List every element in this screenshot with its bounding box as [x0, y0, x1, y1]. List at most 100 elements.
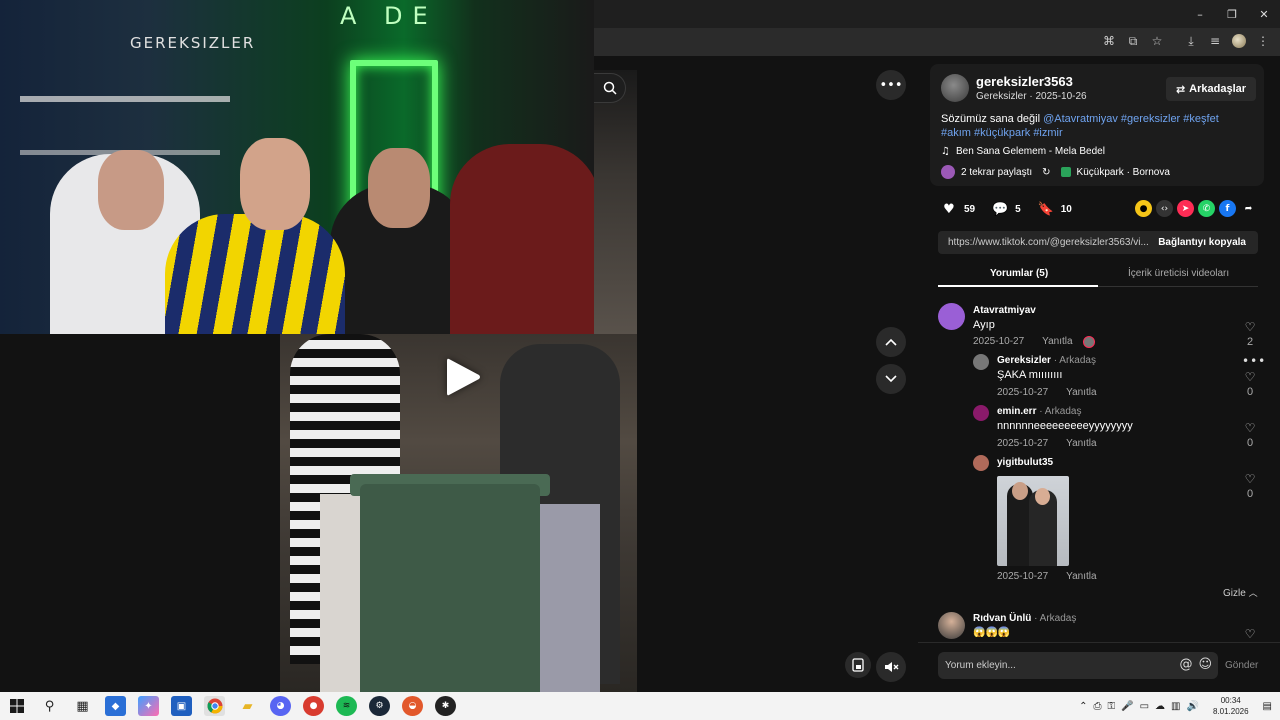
- screen-cast-icon[interactable]: ⧉: [1124, 32, 1142, 50]
- webcam-overlay: GEREKSIZLER A DE: [0, 0, 594, 334]
- address-bar[interactable]: ⌘ ⧉ ☆ ⤓ ≡ ⋮: [594, 28, 1280, 56]
- share-arrow-icon[interactable]: ➦: [1240, 200, 1257, 217]
- reply-author-name[interactable]: Gereksizler: [997, 355, 1051, 366]
- comment-author-name[interactable]: Rıdvan Ünlü: [973, 613, 1031, 624]
- coin-icon[interactable]: ●: [1135, 200, 1152, 217]
- comment-author[interactable]: Atavratmiyav: [973, 305, 1036, 316]
- chrome-icon[interactable]: [204, 696, 225, 716]
- spotify-icon[interactable]: ≋: [336, 696, 357, 716]
- reply-button[interactable]: Yanıtla: [1042, 336, 1072, 348]
- discord-icon[interactable]: ◕: [270, 696, 291, 716]
- reply-author[interactable]: Gereksizler · Arkadaş: [997, 355, 1096, 366]
- comment-input-placeholder: Yorum ekleyin...: [945, 660, 1016, 671]
- chevron-down-icon: [885, 375, 897, 383]
- repost-count[interactable]: 2 tekrar paylaştı: [961, 167, 1032, 178]
- tray-app-icon[interactable]: ▭: [1140, 701, 1149, 712]
- restore-button[interactable]: ❐: [1216, 0, 1248, 28]
- widgets-icon[interactable]: ◆: [105, 696, 126, 716]
- like-action[interactable]: ♥ 59: [940, 200, 975, 218]
- tray-app-icon[interactable]: ⚿: [1108, 701, 1116, 712]
- download-icon[interactable]: ⤓: [1182, 32, 1200, 50]
- next-video-button[interactable]: [876, 364, 906, 394]
- commenter-avatar[interactable]: [938, 612, 965, 639]
- reply-like[interactable]: ♡ 0: [1242, 370, 1258, 398]
- author-username[interactable]: gereksizler3563: [976, 74, 1073, 89]
- reply-meta: 2025-10-27 Yanıtla: [997, 571, 1097, 582]
- author-avatar[interactable]: [941, 74, 969, 102]
- embed-icon[interactable]: ‹›: [1156, 200, 1173, 217]
- notification-icon[interactable]: ▤: [1263, 701, 1272, 712]
- tray-app-icon[interactable]: ☁: [1155, 701, 1165, 712]
- tab-comments[interactable]: Yorumlar (5): [990, 268, 1048, 279]
- send-to-friends-icon[interactable]: ➤: [1177, 200, 1194, 217]
- comment-input[interactable]: Yorum ekleyin... @ ☺: [938, 652, 1218, 679]
- comment-more-icon[interactable]: •••: [1242, 354, 1266, 368]
- save-action[interactable]: 🔖 10: [1037, 200, 1072, 218]
- facebook-icon[interactable]: f: [1219, 200, 1236, 217]
- reply-button[interactable]: Yanıtla: [1066, 571, 1096, 582]
- tab-creator-videos[interactable]: İçerik üreticisi videoları: [1128, 268, 1229, 279]
- reading-list-icon[interactable]: ≡: [1206, 32, 1224, 50]
- picture-in-picture-button[interactable]: [845, 652, 871, 678]
- star-icon[interactable]: ☆: [1148, 32, 1166, 50]
- reply-avatar[interactable]: [973, 455, 989, 471]
- reply-image[interactable]: [997, 476, 1069, 566]
- task-view-icon[interactable]: ▦: [72, 696, 93, 716]
- app-icon-orange[interactable]: ◒: [402, 696, 423, 716]
- volume-icon[interactable]: 🔊: [1187, 701, 1199, 712]
- profile-avatar[interactable]: [1230, 32, 1248, 50]
- reply-avatar[interactable]: [973, 354, 989, 370]
- mention-icon[interactable]: @: [1179, 657, 1192, 672]
- app-icon-red[interactable]: ●: [303, 696, 324, 716]
- reply-author[interactable]: yigitbulut35: [997, 457, 1053, 468]
- search-icon[interactable]: ⚲: [39, 696, 60, 716]
- reply-button[interactable]: Yanıtla: [1066, 438, 1096, 449]
- steam-icon[interactable]: ⚙: [369, 696, 390, 716]
- tray-app-icon[interactable]: ⎙: [1094, 701, 1102, 712]
- comment-icon: 💬: [992, 201, 1009, 217]
- reply-avatar[interactable]: [973, 405, 989, 421]
- windows-start-icon[interactable]: [6, 696, 27, 716]
- friends-button-label: Arkadaşlar: [1189, 83, 1247, 95]
- search-button[interactable]: [594, 73, 626, 103]
- music-row[interactable]: ♫ Ben Sana Gelemem - Mela Bedel: [941, 146, 1105, 157]
- store-icon[interactable]: ▣: [171, 696, 192, 716]
- commenter-avatar[interactable]: [938, 303, 965, 330]
- more-vert-icon[interactable]: ⋮: [1254, 32, 1272, 50]
- mute-button[interactable]: [876, 652, 906, 682]
- location-label[interactable]: Küçükpark · Bornova: [1077, 167, 1170, 178]
- copilot-icon[interactable]: ✦: [138, 696, 159, 716]
- play-button[interactable]: [441, 355, 485, 399]
- comment-like[interactable]: ♡: [1242, 627, 1258, 643]
- previous-video-button[interactable]: [876, 327, 906, 357]
- comment-author[interactable]: Rıdvan Ünlü · Arkadaş: [973, 613, 1076, 624]
- friends-button[interactable]: ⇄ Arkadaşlar: [1166, 77, 1256, 101]
- more-options-button[interactable]: •••: [876, 70, 906, 100]
- chevron-up-icon[interactable]: ⌃: [1079, 701, 1087, 712]
- copy-link-button[interactable]: Bağlantıyı kopyala: [1158, 237, 1246, 248]
- minimize-button[interactable]: –: [1184, 0, 1216, 28]
- translate-icon[interactable]: ⌘: [1100, 32, 1118, 50]
- file-explorer-icon[interactable]: ▰: [237, 696, 258, 716]
- reply-author[interactable]: emin.err · Arkadaş: [997, 406, 1082, 417]
- music-title[interactable]: Ben Sana Gelemem - Mela Bedel: [956, 146, 1105, 157]
- post-url[interactable]: https://www.tiktok.com/@gereksizler3563/…: [948, 237, 1153, 248]
- emoji-icon[interactable]: ☺: [1198, 657, 1212, 672]
- comment-like[interactable]: ♡ 2: [1242, 320, 1258, 348]
- microphone-icon[interactable]: 🎤: [1121, 701, 1133, 712]
- reply-button[interactable]: Yanıtla: [1066, 387, 1096, 398]
- reply-like[interactable]: ♡ 0: [1242, 472, 1258, 500]
- reply-like-count: 0: [1246, 386, 1254, 398]
- app-icon-dark[interactable]: ✱: [435, 696, 456, 716]
- clock[interactable]: 00:34 8.01.2026: [1213, 695, 1249, 717]
- hide-replies-button[interactable]: Gizle ︿: [1223, 586, 1258, 599]
- taskbar: ⚲ ▦ ◆ ✦ ▣ ▰ ◕ ● ≋ ⚙ ◒ ✱ ⌃ ⎙ ⚿ 🎤 ▭ ☁ ▥ 🔊: [0, 692, 1280, 720]
- close-button[interactable]: ✕: [1248, 0, 1280, 28]
- reply-author-name[interactable]: emin.err: [997, 406, 1036, 417]
- reply-like[interactable]: ♡ 0: [1242, 421, 1258, 449]
- creator-liked-badge: [1082, 336, 1095, 348]
- send-button[interactable]: Gönder: [1225, 660, 1258, 671]
- whatsapp-icon[interactable]: ✆: [1198, 200, 1215, 217]
- comment-action[interactable]: 💬 5: [991, 200, 1021, 218]
- network-icon[interactable]: ▥: [1171, 701, 1180, 712]
